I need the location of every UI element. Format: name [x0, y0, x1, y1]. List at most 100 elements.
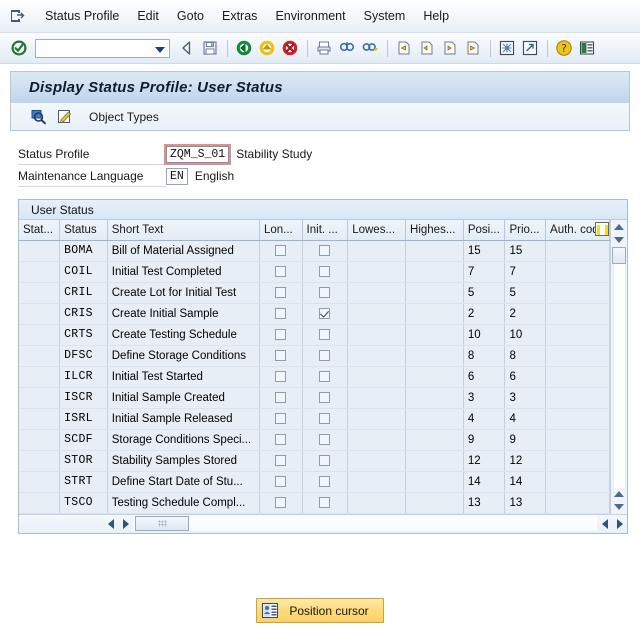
cell-lowest[interactable]	[347, 429, 407, 451]
pencil-edit-icon[interactable]	[53, 107, 75, 127]
cell-posi[interactable]: 7	[463, 261, 506, 283]
cell-highest[interactable]	[405, 303, 464, 325]
cell-initial-status-checkbox[interactable]	[302, 408, 349, 430]
scroll-far-right-icon[interactable]	[612, 516, 627, 531]
cell-long-text-checkbox[interactable]	[259, 408, 303, 430]
cell-auth[interactable]	[545, 261, 610, 283]
cell-prio[interactable]: 7	[504, 261, 547, 283]
cell-status-number[interactable]	[19, 261, 61, 283]
scroll-page-down-icon[interactable]	[612, 501, 627, 514]
column-header-lowest[interactable]: Lowes...	[347, 220, 407, 241]
long-text-checkbox[interactable]	[275, 265, 287, 277]
long-text-checkbox[interactable]	[275, 244, 287, 256]
cell-status-number[interactable]	[19, 366, 61, 388]
cell-prio[interactable]: 9	[504, 429, 547, 451]
cell-lowest[interactable]	[347, 408, 407, 430]
cell-short-text[interactable]: Initial Test Completed	[107, 261, 260, 283]
save-icon[interactable]	[199, 37, 221, 59]
cell-short-text[interactable]: Create Initial Sample	[107, 303, 260, 325]
cell-prio[interactable]: 14	[504, 471, 547, 493]
initial-status-checkbox[interactable]	[319, 286, 331, 298]
cell-lowest[interactable]	[347, 345, 407, 367]
cell-long-text-checkbox[interactable]	[259, 282, 303, 304]
cell-highest[interactable]	[405, 282, 464, 304]
previous-page-icon[interactable]	[416, 37, 438, 59]
cell-initial-status-checkbox[interactable]	[302, 387, 349, 409]
initial-status-checkbox[interactable]	[319, 433, 331, 445]
cell-posi[interactable]: 3	[463, 387, 506, 409]
cell-prio[interactable]: 8	[504, 345, 547, 367]
command-field[interactable]	[35, 38, 170, 58]
menu-item-edit[interactable]: Edit	[128, 6, 168, 26]
vertical-scrollbar-track[interactable]	[612, 264, 626, 488]
table-settings-icon[interactable]	[595, 222, 609, 236]
cell-posi[interactable]: 14	[463, 471, 506, 493]
cell-highest[interactable]	[405, 366, 464, 388]
table-row[interactable]: TSCO Testing Schedule Compl... 13 13	[19, 492, 610, 514]
cell-status-number[interactable]	[19, 324, 61, 346]
cell-lowest[interactable]	[347, 303, 407, 325]
cell-long-text-checkbox[interactable]	[259, 471, 303, 493]
cell-auth[interactable]	[545, 345, 610, 367]
cell-auth[interactable]	[545, 450, 610, 472]
next-page-icon[interactable]	[439, 37, 461, 59]
long-text-checkbox[interactable]	[275, 433, 287, 445]
table-row[interactable]: SCDF Storage Conditions Speci... 9 9	[19, 429, 610, 451]
cell-short-text[interactable]: Storage Conditions Speci...	[107, 429, 260, 451]
cell-posi[interactable]: 10	[463, 324, 506, 346]
create-shortcut-icon[interactable]	[519, 37, 541, 59]
cell-initial-status-checkbox[interactable]	[302, 492, 349, 514]
print-icon[interactable]	[313, 37, 335, 59]
initial-status-checkbox[interactable]	[319, 265, 331, 277]
cell-prio[interactable]: 5	[504, 282, 547, 304]
magnifier-display-icon[interactable]	[27, 107, 49, 127]
vertical-scrollbar-thumb[interactable]	[612, 247, 626, 264]
last-page-icon[interactable]	[462, 37, 484, 59]
column-header-prio[interactable]: Prio...	[504, 220, 547, 241]
cell-prio[interactable]: 13	[504, 492, 547, 514]
object-types-label[interactable]: Object Types	[89, 110, 159, 124]
long-text-checkbox[interactable]	[275, 412, 287, 424]
cell-auth[interactable]	[545, 324, 610, 346]
cell-auth[interactable]	[545, 387, 610, 409]
cell-auth[interactable]	[545, 366, 610, 388]
cell-long-text-checkbox[interactable]	[259, 429, 303, 451]
cell-highest[interactable]	[405, 261, 464, 283]
cell-lowest[interactable]	[347, 450, 407, 472]
cell-status-code[interactable]: TSCO	[59, 492, 108, 514]
cell-long-text-checkbox[interactable]	[259, 450, 303, 472]
cell-long-text-checkbox[interactable]	[259, 492, 303, 514]
cell-long-text-checkbox[interactable]	[259, 387, 303, 409]
cell-lowest[interactable]	[347, 492, 407, 514]
column-header-status[interactable]: Status	[59, 220, 108, 241]
long-text-checkbox[interactable]	[275, 286, 287, 298]
scroll-up-icon[interactable]	[612, 220, 627, 233]
help-icon[interactable]: ?	[553, 37, 575, 59]
cell-long-text-checkbox[interactable]	[259, 303, 303, 325]
cell-status-number[interactable]	[19, 303, 61, 325]
table-row[interactable]: STRT Define Start Date of Stu... 14 14	[19, 471, 610, 493]
cell-status-number[interactable]	[19, 471, 61, 493]
cell-prio[interactable]: 6	[504, 366, 547, 388]
cell-posi[interactable]: 5	[463, 282, 506, 304]
long-text-checkbox[interactable]	[275, 370, 287, 382]
initial-status-checkbox[interactable]	[319, 328, 331, 340]
cell-status-number[interactable]	[19, 282, 61, 304]
cell-highest[interactable]	[405, 408, 464, 430]
long-text-checkbox[interactable]	[275, 328, 287, 340]
green-check-enter-icon[interactable]	[8, 37, 30, 59]
cell-status-code[interactable]: SCDF	[59, 429, 108, 451]
cell-auth[interactable]	[545, 240, 610, 262]
menu-item-extras[interactable]: Extras	[213, 6, 266, 26]
table-row[interactable]: CRIS Create Initial Sample 2 2	[19, 303, 610, 325]
cell-status-code[interactable]: ISCR	[59, 387, 108, 409]
column-header-short[interactable]: Short Text	[107, 220, 260, 241]
cell-status-code[interactable]: COIL	[59, 261, 108, 283]
initial-status-checkbox[interactable]	[319, 496, 331, 508]
cell-posi[interactable]: 9	[463, 429, 506, 451]
menu-item-goto[interactable]: Goto	[168, 6, 213, 26]
cell-short-text[interactable]: Define Start Date of Stu...	[107, 471, 260, 493]
cell-status-number[interactable]	[19, 240, 61, 262]
vertical-scrollbar[interactable]	[610, 220, 627, 514]
cell-auth[interactable]	[545, 408, 610, 430]
